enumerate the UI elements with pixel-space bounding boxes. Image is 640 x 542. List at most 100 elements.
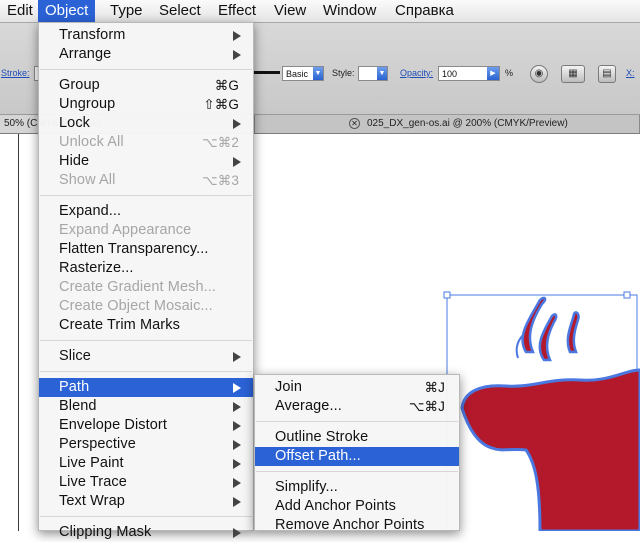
- menu-item-blend[interactable]: Blend: [39, 397, 253, 416]
- menu-item-label: Outline Stroke: [275, 429, 369, 445]
- menu-item-group[interactable]: Group ⌘G: [39, 76, 253, 95]
- menu-item-label: Expand Appearance: [59, 222, 192, 238]
- menu-item-label: Lock: [59, 115, 91, 131]
- close-icon[interactable]: ✕: [349, 118, 360, 129]
- path-submenu: Join ⌘J Average... ⌥⌘J Outline Stroke Offs…: [254, 374, 460, 533]
- menu-separator: [256, 471, 458, 472]
- brush-definition-select[interactable]: Basic ▼: [282, 66, 324, 81]
- chevron-down-icon: ▼: [377, 67, 387, 80]
- menu-item-label: Transform: [59, 27, 126, 43]
- submenu-arrow-icon: [233, 402, 241, 412]
- menu-item-label: Path: [59, 379, 90, 395]
- menu-item-text-wrap[interactable]: Text Wrap: [39, 492, 253, 511]
- align-panel-icon[interactable]: ▦: [561, 65, 585, 83]
- menu-item-add-anchor-points[interactable]: Add Anchor Points: [255, 497, 459, 516]
- menu-edit[interactable]: Edit: [0, 0, 40, 22]
- menu-type[interactable]: Type: [103, 0, 150, 22]
- menu-view[interactable]: View: [267, 0, 313, 22]
- menu-item-join[interactable]: Join ⌘J: [255, 378, 459, 397]
- menu-item-label: Join: [275, 379, 302, 395]
- menu-item-flatten-transparency[interactable]: Flatten Transparency...: [39, 240, 253, 259]
- menu-item-create-gradient-mesh: Create Gradient Mesh...: [39, 278, 253, 297]
- selection-handle: [443, 291, 451, 299]
- menu-item-label: Average...: [275, 398, 342, 414]
- chevron-down-icon: ▼: [313, 67, 323, 80]
- submenu-arrow-icon: [233, 119, 241, 129]
- menu-separator: [40, 516, 252, 517]
- menu-item-transform[interactable]: Transform: [39, 26, 253, 45]
- opacity-label[interactable]: Opacity:: [400, 68, 433, 78]
- menu-item-label: Clipping Mask: [59, 524, 152, 540]
- menu-item-label: Hide: [59, 153, 90, 169]
- menu-item-label: Offset Path...: [275, 448, 361, 464]
- menu-item-shortcut: ⌘G: [214, 78, 239, 93]
- menu-item-outline-stroke[interactable]: Outline Stroke: [255, 428, 459, 447]
- tab-document-2-title: 025_DX_gen-os.ai @ 200% (CMYK/Preview): [367, 118, 568, 129]
- menu-item-envelope-distort[interactable]: Envelope Distort: [39, 416, 253, 435]
- menu-item-shortcut: ⌥⌘3: [202, 173, 239, 188]
- style-label: Style:: [332, 68, 355, 78]
- menu-help[interactable]: Справка: [388, 0, 461, 22]
- selection-handle: [623, 291, 631, 299]
- menu-item-label: Live Paint: [59, 455, 124, 471]
- steam-stroke-2: [538, 313, 558, 362]
- menu-item-clipping-mask[interactable]: Clipping Mask: [39, 523, 253, 542]
- menu-item-label: Text Wrap: [59, 493, 125, 509]
- menu-item-average[interactable]: Average... ⌥⌘J: [255, 397, 459, 416]
- menu-item-label: Rasterize...: [59, 260, 134, 276]
- menu-item-offset-path[interactable]: Offset Path...: [255, 447, 459, 466]
- menu-item-shortcut: ⇧⌘G: [203, 97, 239, 112]
- menu-item-expand[interactable]: Expand...: [39, 202, 253, 221]
- menu-item-label: Flatten Transparency...: [59, 241, 209, 257]
- cup-shape: [460, 368, 640, 531]
- stroke-label[interactable]: Stroke:: [1, 68, 30, 78]
- menu-item-live-trace[interactable]: Live Trace: [39, 473, 253, 492]
- opacity-field[interactable]: 100 ▶: [438, 66, 500, 81]
- opacity-value: 100: [442, 69, 458, 79]
- menu-effect[interactable]: Effect: [211, 0, 263, 22]
- transform-panel-icon[interactable]: ▤: [598, 65, 616, 83]
- x-coordinate-label[interactable]: X:: [626, 68, 635, 78]
- object-menu: Transform Arrange Group ⌘G Ungroup ⇧⌘G Loc…: [38, 22, 254, 540]
- menu-item-label: Expand...: [59, 203, 122, 219]
- menu-item-label: Create Gradient Mesh...: [59, 279, 217, 295]
- menu-item-create-trim-marks[interactable]: Create Trim Marks: [39, 316, 253, 335]
- recolor-artwork-icon[interactable]: ◉: [530, 65, 548, 83]
- menu-select[interactable]: Select: [152, 0, 208, 22]
- submenu-arrow-icon: [233, 50, 241, 60]
- menu-item-lock[interactable]: Lock: [39, 114, 253, 133]
- menu-item-label: Envelope Distort: [59, 417, 167, 433]
- menu-bar: Edit Object Type Select Effect View Wind…: [0, 0, 640, 23]
- menu-window[interactable]: Window: [316, 0, 383, 22]
- menu-item-remove-anchor-points[interactable]: Remove Anchor Points: [255, 516, 459, 535]
- menu-item-path[interactable]: Path: [39, 378, 253, 397]
- menu-item-simplify[interactable]: Simplify...: [255, 478, 459, 497]
- opacity-percent: %: [505, 68, 514, 78]
- stroke-preview: [252, 71, 280, 74]
- menu-item-shortcut: ⌥⌘J: [408, 399, 445, 414]
- menu-object[interactable]: Object: [38, 0, 96, 22]
- menu-item-arrange[interactable]: Arrange: [39, 45, 253, 64]
- menu-separator: [256, 421, 458, 422]
- menu-item-label: Remove Anchor Points: [275, 517, 425, 533]
- submenu-arrow-icon: [233, 528, 241, 538]
- selected-artwork[interactable]: [440, 288, 640, 531]
- menu-item-label: Blend: [59, 398, 97, 414]
- menu-item-label: Group: [59, 77, 100, 93]
- menu-item-ungroup[interactable]: Ungroup ⇧⌘G: [39, 95, 253, 114]
- menu-item-slice[interactable]: Slice: [39, 347, 253, 366]
- menu-item-rasterize[interactable]: Rasterize...: [39, 259, 253, 278]
- menu-separator: [40, 371, 252, 372]
- submenu-arrow-icon: [233, 157, 241, 167]
- tab-document-2[interactable]: ✕ 025_DX_gen-os.ai @ 200% (CMYK/Preview): [255, 115, 640, 133]
- menu-item-label: Ungroup: [59, 96, 116, 112]
- submenu-arrow-icon: [233, 478, 241, 488]
- menu-separator: [40, 340, 252, 341]
- graphic-style-select[interactable]: ▼: [358, 66, 388, 81]
- menu-item-hide[interactable]: Hide: [39, 152, 253, 171]
- menu-item-live-paint[interactable]: Live Paint: [39, 454, 253, 473]
- menu-item-perspective[interactable]: Perspective: [39, 435, 253, 454]
- submenu-arrow-icon: [233, 31, 241, 41]
- menu-item-label: Unlock All: [59, 134, 124, 150]
- menu-separator: [40, 69, 252, 70]
